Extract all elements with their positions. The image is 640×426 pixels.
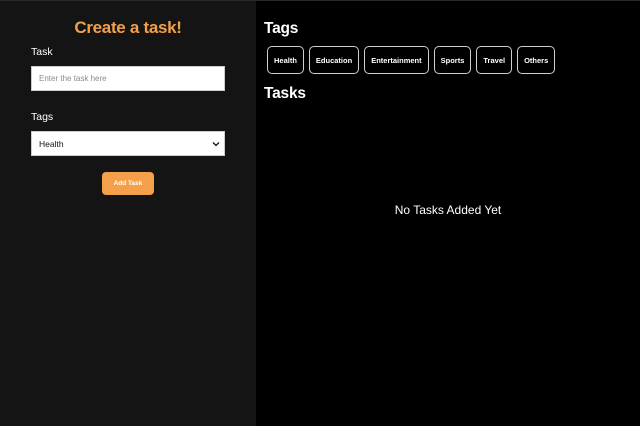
tasks-panel: Tags Health Education Entertainment Spor… (256, 1, 640, 426)
add-task-button[interactable]: Add Task (102, 172, 154, 195)
tag-chip-education[interactable]: Education (308, 46, 360, 74)
tag-select-value: Health (39, 138, 64, 149)
chevron-down-icon (211, 139, 221, 149)
task-input[interactable] (31, 66, 225, 91)
empty-tasks-message: No Tasks Added Yet (394, 203, 502, 217)
tag-chip-entertainment[interactable]: Entertainment (364, 46, 429, 74)
create-task-panel: Create a task! Task Tags Health Add Task (0, 1, 256, 426)
task-label: Task (31, 46, 53, 58)
app-root: Create a task! Task Tags Health Add Task… (0, 0, 640, 426)
tag-select[interactable]: Health (31, 131, 225, 156)
create-task-title: Create a task! (74, 18, 182, 37)
tags-label: Tags (31, 111, 54, 123)
tag-chip-health[interactable]: Health (267, 46, 304, 74)
tag-chip-others[interactable]: Others (517, 46, 556, 74)
tag-chip-travel[interactable]: Travel (476, 46, 513, 74)
tag-chip-sports[interactable]: Sports (433, 46, 472, 74)
tasks-heading: Tasks (264, 85, 306, 102)
tag-filter-list: Health Education Entertainment Sports Tr… (267, 46, 556, 74)
tags-heading: Tags (264, 20, 299, 37)
